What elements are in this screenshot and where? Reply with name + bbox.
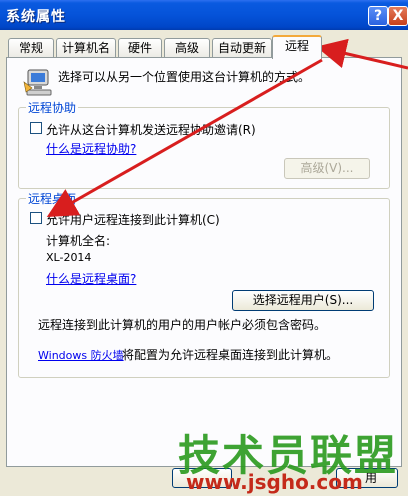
tab-remote[interactable]: 远程	[272, 35, 322, 59]
computer-full-name-value: XL-2014	[46, 251, 92, 264]
intro-text: 选择可以从另一个位置使用这台计算机的方式。	[58, 70, 311, 84]
firewall-config-text: 将配置为允许远程桌面连接到此计算机。	[122, 348, 339, 362]
watermark-url: www.jsgho.com	[186, 470, 363, 494]
select-remote-users-button[interactable]: 选择远程用户(S)...	[232, 290, 374, 311]
title-bar: 系统属性 ? X	[0, 0, 408, 30]
remote-desktop-group-label: 远程桌面	[26, 190, 79, 207]
window-title: 系统属性	[6, 9, 66, 25]
advanced-button[interactable]: 高级(V)...	[284, 158, 370, 179]
remote-computer-icon	[23, 69, 52, 96]
password-note: 远程连接到此计算机的用户的用户帐户必须包含密码。	[38, 318, 327, 332]
help-button[interactable]: ?	[368, 6, 388, 26]
tab-general[interactable]: 常规	[8, 38, 54, 57]
windows-firewall-link[interactable]: Windows 防火墙	[38, 347, 124, 363]
remote-assistance-help-link[interactable]: 什么是远程协助?	[46, 140, 136, 157]
close-button[interactable]: X	[388, 6, 408, 26]
remote-desktop-help-link[interactable]: 什么是远程桌面?	[46, 270, 136, 287]
tab-advanced[interactable]: 高级	[164, 38, 210, 57]
remote-desktop-checkbox-label[interactable]: 允许用户远程连接到此计算机(C)	[46, 211, 220, 228]
remote-desktop-checkbox[interactable]	[30, 212, 42, 224]
computer-full-name-label: 计算机全名:	[46, 234, 111, 248]
remote-assistance-checkbox[interactable]	[30, 122, 42, 134]
remote-assistance-checkbox-label[interactable]: 允许从这台计算机发送远程协助邀请(R)	[46, 121, 256, 138]
tab-hardware[interactable]: 硬件	[118, 38, 162, 57]
tab-computer-name[interactable]: 计算机名	[56, 38, 116, 57]
tab-automatic-updates[interactable]: 自动更新	[212, 38, 272, 57]
remote-assistance-group-label: 远程协助	[26, 99, 79, 116]
